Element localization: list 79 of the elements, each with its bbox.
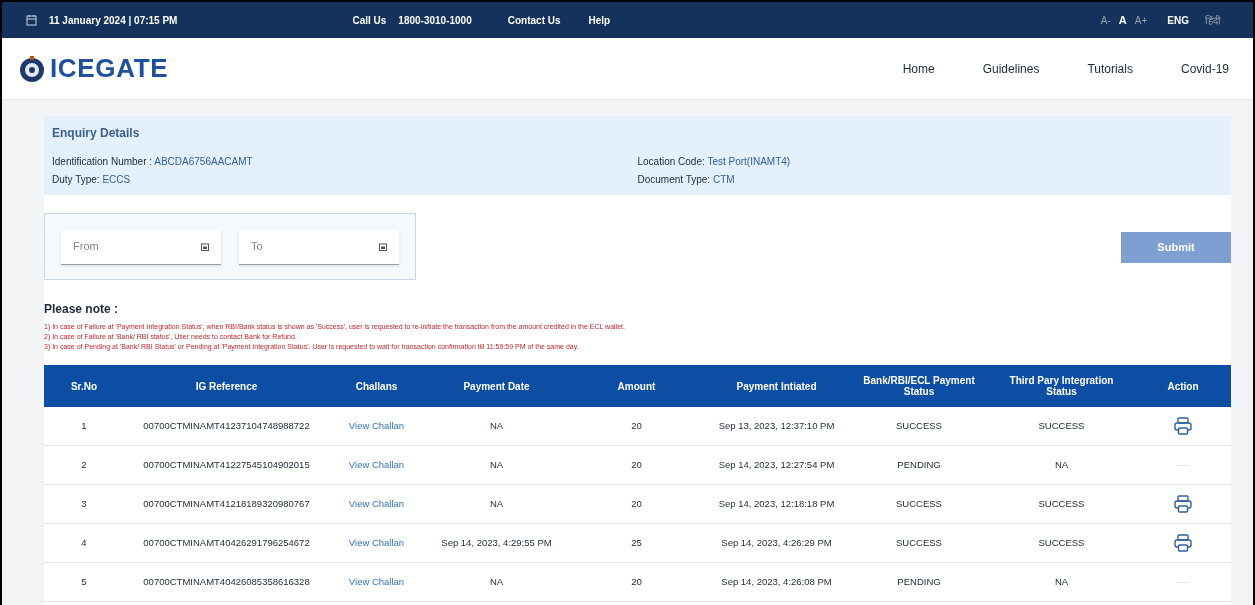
view-challan-link[interactable]: View Challan [348,419,405,431]
font-size-button[interactable]: A+ [1134,12,1148,28]
table-cell-text: 2 [80,457,88,472]
top-link[interactable]: Help [588,12,611,28]
column-header: Third Pary Integration Status [1008,375,1115,397]
table-cell-text: 00700CTMINAMT41218189320980767 [142,496,311,511]
table-cell-text: 00700CTMINAMT41237104748988722 [142,418,311,433]
table-cell-text: SUCCESS [1037,496,1086,511]
table-cell-text: NA [488,457,505,472]
table-cell-text: SUCCESS [1037,535,1086,550]
table-cell-text: Sep 14, 2023, 4:26:29 PM [720,535,833,550]
call-label: Call Us [352,13,387,28]
table-cell-text: 20 [630,457,643,472]
column-header: Payment Date [462,380,531,392]
calendar-icon [26,14,37,26]
top-link[interactable]: Contact Us [507,12,561,28]
enquiry-field: Document Type: CTM [637,172,1223,187]
view-challan-link[interactable]: View Challan [348,575,405,587]
table-cell-text: NA [1053,574,1070,589]
note-title: Please note : [44,301,120,318]
enquiry-field: Duty Type: ECCS [52,172,638,187]
nav-link[interactable]: Covid-19 [1180,59,1229,78]
nav-link[interactable]: Tutorials [1087,59,1133,78]
calendar-icon [379,242,387,251]
print-icon[interactable] [1173,533,1193,553]
print-icon[interactable] [1173,494,1193,514]
table-cell-text: NA [488,496,505,511]
view-challan-link[interactable]: View Challan [348,536,405,548]
emblem-icon [18,54,46,83]
table-cell-text: Sep 14, 2023, 12:27:54 PM [717,457,836,472]
table-cell-text: Sep 14, 2023, 4:26:08 PM [720,574,833,589]
enquiry-title: Enquiry Details [52,125,141,142]
table-cell-text: SUCCESS [895,496,943,511]
table-cell-text: 00700CTMINAMT40426085358616328 [142,574,311,589]
language-button[interactable]: हिंदी [1205,12,1221,28]
language-button[interactable]: ENG [1167,12,1189,28]
calendar-icon [201,242,209,251]
table-cell-text: Sep 14, 2023, 4:29:55 PM [440,535,553,550]
date-time: 11 January 2024 | 07:15 PM [49,13,178,28]
column-header: Sr.No [69,380,99,392]
table-cell-text: 20 [630,574,643,589]
table-cell-text: PENDING [896,574,942,589]
column-header: Payment Intiated [735,380,818,392]
table-cell-text: 4 [80,535,88,550]
table-cell-text: 3 [80,496,88,511]
table-cell-text: SUCCESS [1037,418,1086,433]
column-header: Bank/RBI/ECL Payment Status [862,375,976,397]
table-cell-text: 5 [80,574,88,589]
column-header: Challans [354,380,399,392]
to-date-field[interactable]: To [239,228,399,265]
column-header: Amount [616,380,657,392]
table-cell-text: Sep 13, 2023, 12:37:10 PM [717,418,836,433]
nav-link[interactable]: Home [902,59,935,78]
nav-link[interactable]: Guidelines [982,59,1040,78]
table-cell-text: Sep 14, 2023, 12:18:18 PM [717,496,836,511]
from-date-field[interactable]: From [61,228,221,265]
phone-link[interactable]: 1800-3010-1000 [398,12,472,28]
table-cell-text: 20 [630,418,643,433]
table-cell-text: 25 [630,535,643,550]
table-cell-text: 1 [80,418,88,433]
table-cell-text: NA [488,574,505,589]
table-cell-text: NA [488,418,505,433]
logo-text: ICEGATE [50,52,169,85]
view-challan-link[interactable]: View Challan [348,497,405,509]
table-cell-text: SUCCESS [895,418,943,433]
print-icon[interactable] [1173,416,1193,436]
enquiry-field: Identification Number : ABCDA6756AACAMT [52,154,638,169]
view-challan-link[interactable]: View Challan [348,458,405,470]
table-cell-text: PENDING [896,457,942,472]
column-header: Action [1166,380,1200,392]
table-cell-text: NA [1053,457,1070,472]
table-cell-text: 00700CTMINAMT40426291796254672 [142,535,311,550]
table-cell-text: 20 [630,496,643,511]
font-size-button[interactable]: A [1118,11,1127,29]
table-cell-text: SUCCESS [895,535,943,550]
table-cell-text: 00700CTMINAMT41227545104902015 [142,457,311,472]
enquiry-field: Location Code: Test Port(INAMT4) [637,154,1223,169]
font-size-button[interactable]: A- [1100,12,1111,28]
column-header: IG Reference [194,380,259,392]
